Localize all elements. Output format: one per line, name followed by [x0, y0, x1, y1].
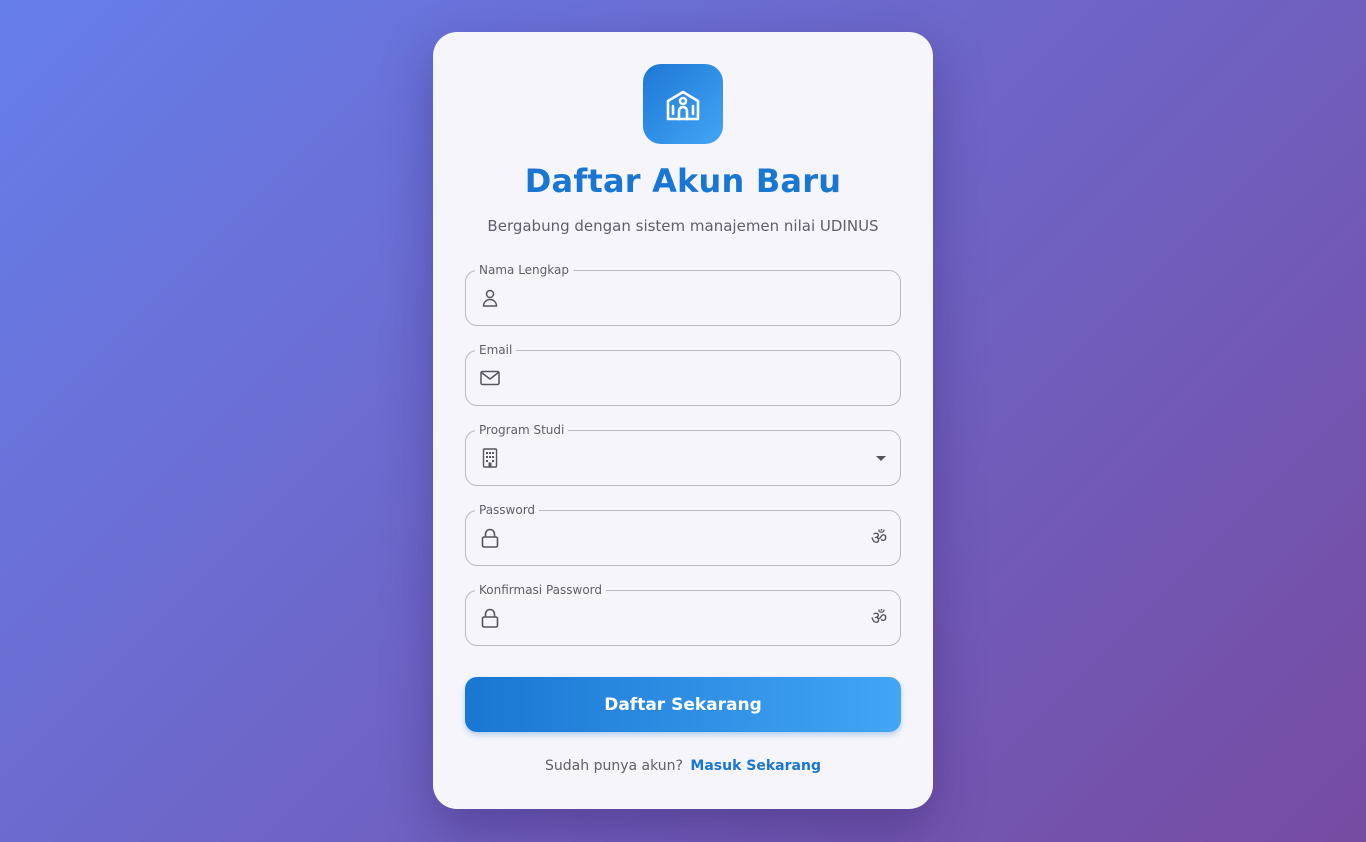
page-subtitle: Bergabung dengan sistem manajemen nilai …	[487, 217, 879, 235]
person-icon	[480, 288, 500, 308]
visibility-toggle-icon[interactable]: ॐ	[868, 607, 890, 629]
login-prompt-text: Sudah punya akun?	[545, 758, 683, 774]
study-program-label: Program Studi	[475, 422, 569, 438]
lock-icon	[480, 528, 500, 548]
lock-icon	[480, 608, 500, 628]
password-input[interactable]	[512, 511, 856, 565]
confirm-password-field[interactable]: Konfirmasi Password ॐ	[465, 582, 901, 646]
email-field[interactable]: Email	[465, 342, 901, 406]
school-icon	[663, 84, 703, 124]
login-prompt: Sudah punya akun? Masuk Sekarang	[433, 758, 933, 774]
study-program-select[interactable]: Program Studi	[465, 422, 901, 486]
visibility-toggle-icon[interactable]: ॐ	[868, 527, 890, 549]
full-name-input[interactable]	[512, 271, 856, 325]
building-icon	[480, 448, 500, 468]
chevron-down-icon[interactable]	[876, 456, 886, 461]
logo-badge	[643, 64, 723, 144]
password-field[interactable]: Password ॐ	[465, 502, 901, 566]
email-icon	[480, 368, 500, 388]
full-name-field[interactable]: Nama Lengkap	[465, 262, 901, 326]
confirm-password-input[interactable]	[512, 591, 856, 645]
register-button[interactable]: Daftar Sekarang	[465, 677, 901, 732]
register-card: Daftar Akun Baru Bergabung dengan sistem…	[433, 32, 933, 809]
page-title: Daftar Akun Baru	[524, 162, 842, 200]
email-input[interactable]	[512, 351, 856, 405]
login-link[interactable]: Masuk Sekarang	[690, 758, 821, 774]
email-label: Email	[475, 342, 517, 358]
